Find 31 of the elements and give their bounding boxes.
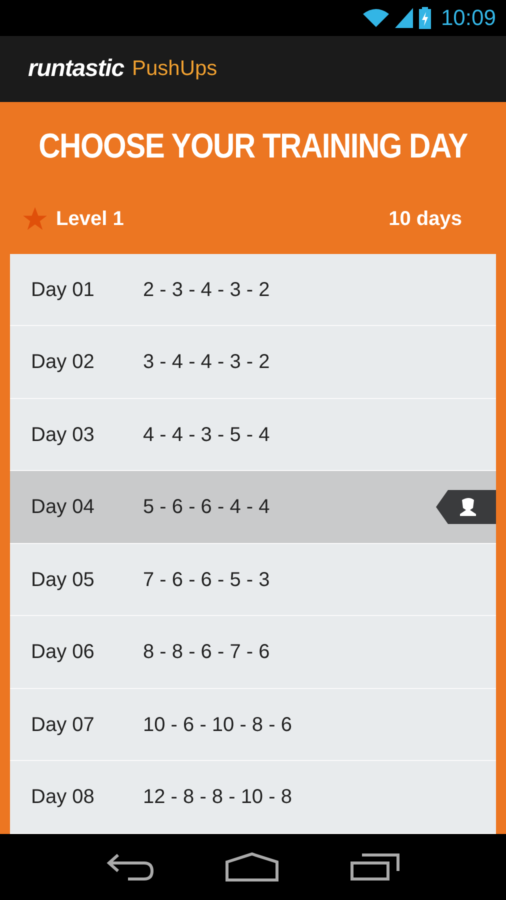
recent-apps-icon[interactable]	[350, 852, 400, 881]
day-row[interactable]: Day 04 5 - 6 - 6 - 4 - 4	[10, 471, 496, 544]
home-icon[interactable]	[224, 852, 279, 882]
set-reps: 7 - 6 - 6 - 5 - 3	[143, 568, 270, 593]
person-tag-icon	[436, 490, 496, 524]
set-reps: 5 - 6 - 6 - 4 - 4	[143, 495, 270, 520]
back-icon[interactable]	[106, 852, 154, 881]
set-reps: 2 - 3 - 4 - 3 - 2	[143, 278, 270, 303]
day-label: Day 04	[31, 495, 96, 520]
set-reps: 10 - 6 - 10 - 8 - 6	[143, 712, 292, 738]
day-label: Day 03	[31, 422, 96, 448]
day-label: Day 05	[31, 568, 96, 593]
set-reps: 12 - 8 - 8 - 10 - 8	[143, 785, 292, 810]
brand-logo: runtastic	[28, 54, 124, 84]
clock-time: 10:09	[440, 4, 496, 32]
app-name: PushUps	[132, 56, 218, 82]
day-label: Day 02	[31, 350, 96, 376]
signal-icon	[394, 8, 413, 28]
set-reps: 4 - 4 - 3 - 5 - 4	[143, 422, 270, 448]
wifi-icon	[362, 8, 389, 28]
star-icon	[22, 206, 48, 232]
level-duration: 10 days	[388, 207, 462, 232]
day-label: Day 07	[31, 712, 96, 738]
day-label: Day 01	[31, 278, 96, 303]
set-reps: 3 - 4 - 4 - 3 - 2	[143, 350, 270, 376]
page-heading: CHOOSE YOUR TRAINING DAY	[38, 126, 468, 168]
day-label: Day 06	[31, 640, 96, 666]
battery-icon	[418, 6, 431, 29]
set-reps: 8 - 8 - 6 - 7 - 6	[143, 640, 270, 666]
level-label: Level 1	[56, 207, 124, 232]
day-label: Day 08	[31, 785, 96, 810]
